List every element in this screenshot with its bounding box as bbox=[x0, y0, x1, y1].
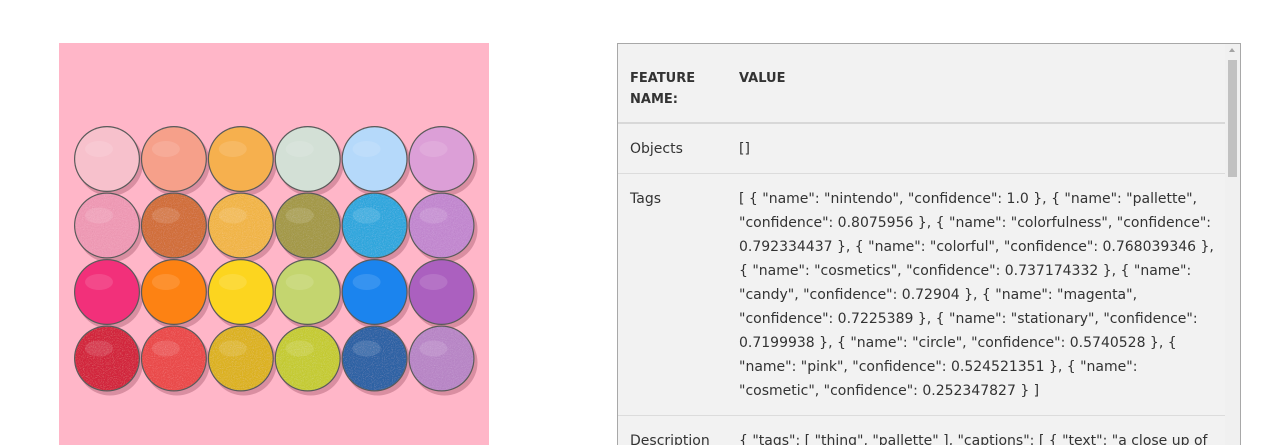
table-row-description: Description { "tags": [ "thing", "pallet… bbox=[618, 415, 1226, 445]
value-cell: { "tags": [ "thing", "pallette" ], "capt… bbox=[727, 415, 1226, 445]
value-header: VALUE bbox=[727, 44, 1226, 124]
value-cell: [] bbox=[727, 123, 1226, 174]
page: FEATURE NAME: VALUE Objects [] Tags [ { … bbox=[0, 0, 1273, 445]
table-row-objects: Objects [] bbox=[618, 123, 1226, 174]
feature-table-scroll-content: FEATURE NAME: VALUE Objects [] Tags [ { … bbox=[618, 44, 1226, 445]
vertical-scrollbar[interactable] bbox=[1225, 44, 1240, 445]
feature-name-cell: Description bbox=[618, 415, 727, 445]
feature-name-header: FEATURE NAME: bbox=[618, 44, 727, 124]
value-cell: [ { "name": "nintendo", "confidence": 1.… bbox=[727, 173, 1226, 416]
table-row-tags: Tags [ { "name": "nintendo", "confidence… bbox=[618, 173, 1226, 416]
scroll-up-arrow-icon[interactable] bbox=[1229, 48, 1235, 52]
feature-table-panel[interactable]: FEATURE NAME: VALUE Objects [] Tags [ { … bbox=[617, 43, 1241, 445]
feature-name-cell: Tags bbox=[618, 173, 727, 416]
table-header-row: FEATURE NAME: VALUE bbox=[618, 44, 1226, 124]
feature-table: FEATURE NAME: VALUE Objects [] Tags [ { … bbox=[618, 44, 1226, 445]
scrollbar-thumb[interactable] bbox=[1228, 60, 1237, 177]
eyeshadow-palette-svg bbox=[59, 43, 489, 445]
feature-name-cell: Objects bbox=[618, 123, 727, 174]
eyeshadow-palette-image bbox=[59, 43, 489, 445]
